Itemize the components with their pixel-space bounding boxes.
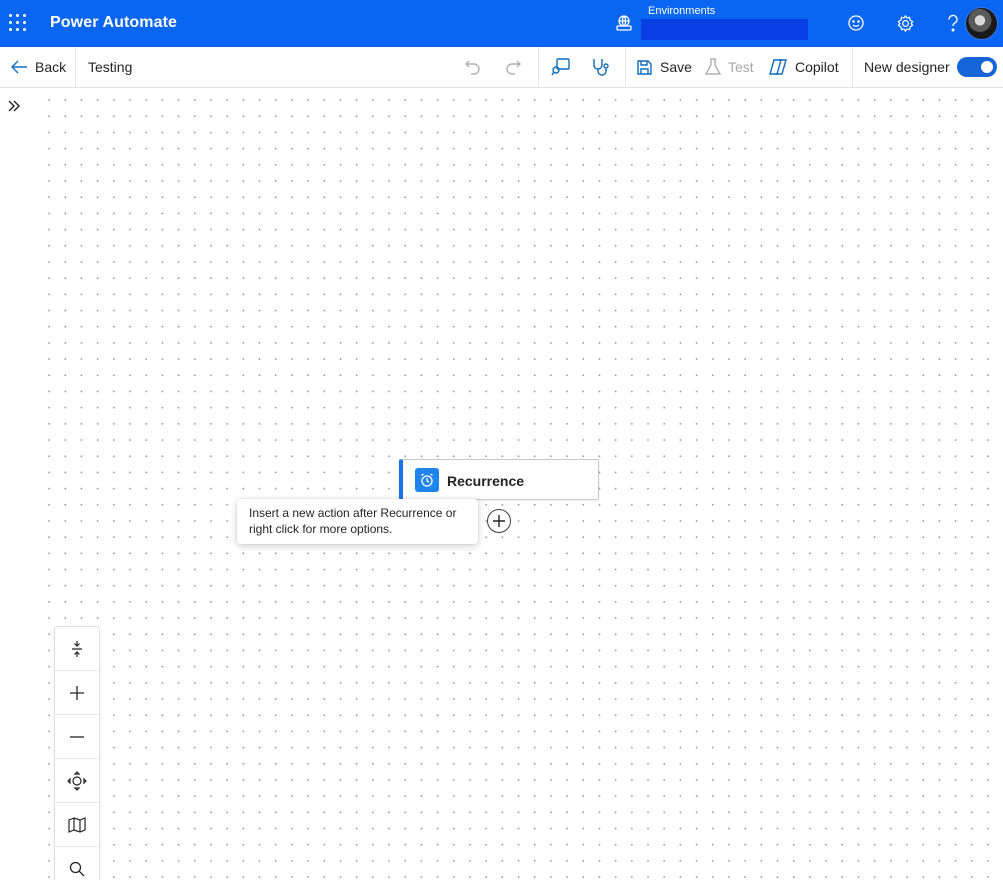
divider: [75, 47, 76, 87]
fit-vertical-icon: [72, 640, 82, 657]
gear-icon[interactable]: [894, 12, 916, 34]
divider: [625, 47, 626, 87]
flow-name[interactable]: Testing: [88, 47, 132, 87]
save-label: Save: [660, 59, 692, 75]
left-rail: [0, 88, 36, 880]
trigger-title: Recurrence: [447, 473, 525, 489]
recurrence-trigger-card[interactable]: Recurrence: [399, 459, 599, 500]
tooltip-line-1: Insert a new action after Recurrence or: [249, 506, 457, 520]
divider: [538, 47, 539, 87]
redo-button[interactable]: [504, 47, 522, 87]
environments-label: Environments: [648, 5, 716, 17]
plus-icon: [493, 515, 505, 527]
search-button[interactable]: [55, 847, 99, 880]
health-check-button[interactable]: [590, 47, 610, 87]
flow-checker-icon: [551, 58, 570, 76]
back-button[interactable]: Back: [10, 47, 66, 87]
app-title[interactable]: Power Automate: [50, 14, 177, 32]
avatar[interactable]: [965, 7, 998, 40]
copilot-button[interactable]: Copilot: [768, 47, 839, 87]
divider: [852, 47, 853, 87]
environment-selector[interactable]: [641, 19, 808, 40]
zoom-controls: [54, 626, 100, 880]
undo-icon: [465, 60, 480, 75]
minus-icon: [70, 735, 84, 738]
undo-button[interactable]: [464, 47, 482, 87]
center-button[interactable]: [55, 759, 99, 803]
save-icon: [637, 59, 652, 75]
test-label: Test: [728, 59, 754, 75]
minimap-button[interactable]: [55, 803, 99, 847]
new-designer-label: New designer: [864, 59, 950, 75]
help-icon[interactable]: [942, 12, 964, 34]
fit-to-screen-button[interactable]: [55, 627, 99, 671]
waffle-icon[interactable]: [8, 13, 28, 33]
copilot-label: Copilot: [795, 59, 839, 75]
redo-icon: [506, 60, 521, 75]
tooltip-line-2: right click for more options.: [249, 522, 393, 536]
insert-action-tooltip: Insert a new action after Recurrence or …: [237, 499, 478, 544]
double-chevron-right-icon[interactable]: [6, 98, 22, 114]
alarm-clock-icon: [415, 468, 439, 492]
copilot-icon: [769, 59, 787, 75]
search-icon: [69, 861, 85, 877]
app-header: Power Automate Environments: [0, 0, 1003, 47]
save-button[interactable]: Save: [636, 47, 692, 87]
zoom-in-button[interactable]: [55, 671, 99, 715]
flow-checker-button[interactable]: [551, 47, 571, 87]
test-button[interactable]: Test: [705, 47, 754, 87]
flask-icon: [705, 58, 721, 75]
stethoscope-icon: [593, 59, 609, 76]
back-label: Back: [35, 59, 67, 75]
center-focus-icon: [67, 770, 87, 791]
arrow-left-icon: [11, 60, 27, 74]
environment-icon[interactable]: [614, 13, 634, 33]
plus-icon: [70, 685, 84, 700]
add-action-button[interactable]: [487, 509, 511, 533]
new-designer-toggle[interactable]: [957, 57, 997, 77]
zoom-out-button[interactable]: [55, 715, 99, 759]
feedback-icon[interactable]: [845, 12, 867, 34]
map-icon: [68, 816, 86, 833]
